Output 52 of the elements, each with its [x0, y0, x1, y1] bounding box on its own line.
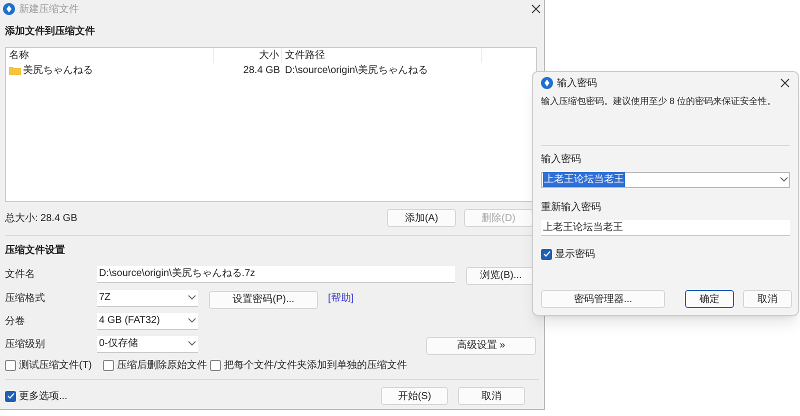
window-title: 新建压缩文件: [19, 2, 79, 16]
field-label: 输入密码: [541, 152, 582, 166]
column-header[interactable]: 大小: [214, 48, 282, 63]
close-icon[interactable]: [780, 78, 790, 88]
ok-button[interactable]: 确定: [685, 290, 734, 308]
password-manager-button[interactable]: 密码管理器...: [541, 290, 665, 308]
option-label: 更多选项...: [19, 390, 68, 404]
level-select[interactable]: 0-仅存储: [97, 336, 198, 352]
option-label: 压缩后删除原始文件: [117, 358, 207, 372]
option-label: 把每个文件/文件夹添加到单独的压缩文件: [224, 358, 407, 372]
table-cell-text: 美尻ちゃんねる: [23, 64, 93, 78]
cancel-button[interactable]: 取消: [743, 290, 792, 308]
close-icon[interactable]: [531, 4, 541, 14]
table-cell-text: D:\source\origin\美尻ちゃんねる: [284, 64, 428, 78]
start-button[interactable]: 开始(S): [381, 387, 448, 405]
checkbox[interactable]: [103, 360, 114, 370]
folder-icon: [9, 66, 21, 74]
section-heading: 压缩文件设置: [5, 244, 66, 258]
dialog-message: 输入压缩包密码。建议使用至少 8 位的密码来保证安全性。: [541, 95, 778, 108]
column-header[interactable]: 名称: [6, 48, 214, 63]
checkbox[interactable]: [5, 360, 16, 370]
option-label: 显示密码: [555, 248, 595, 262]
checkbox[interactable]: [541, 248, 552, 260]
app-icon: [541, 77, 553, 89]
column-header[interactable]: 文件路径: [282, 48, 482, 63]
caret-icon: [188, 318, 196, 323]
option-label: 测试压缩文件(T): [19, 358, 92, 372]
volume-select[interactable]: 4 GB (FAT32): [97, 312, 198, 330]
add-button[interactable]: 添加(A): [387, 209, 456, 227]
dialog-title: 输入密码: [557, 76, 597, 90]
help-link[interactable]: [帮助]: [328, 290, 354, 306]
advanced-settings-button[interactable]: 高级设置 »: [426, 336, 536, 354]
caret-icon: [188, 295, 196, 300]
field-label: 压缩级别: [5, 338, 46, 352]
total-size: 总大小: 28.4 GB: [5, 212, 78, 226]
section-heading: 添加文件到压缩文件: [5, 24, 96, 39]
caret-icon: [780, 177, 788, 182]
field-label: 压缩格式: [5, 292, 46, 306]
password-field[interactable]: 上老王论坛当老王: [541, 172, 790, 188]
checkbox[interactable]: [210, 360, 221, 370]
cancel-button[interactable]: 取消: [458, 387, 525, 405]
table-cell-text: 28.4 GB: [242, 64, 281, 78]
format-select[interactable]: 7Z: [97, 290, 198, 306]
caret-icon: [188, 341, 196, 346]
filename-field[interactable]: D:\source\origin\美尻ちゃんねる.7z: [97, 266, 455, 282]
checkbox[interactable]: [5, 390, 16, 402]
app-icon: [3, 3, 15, 15]
confirm-password-field[interactable]: 上老王论坛当老王: [541, 220, 790, 236]
field-label: 文件名: [5, 268, 36, 282]
field-label: 分卷: [5, 314, 26, 328]
set-password-button[interactable]: 设置密码(P)...: [209, 290, 318, 308]
field-label: 重新输入密码: [541, 200, 602, 214]
